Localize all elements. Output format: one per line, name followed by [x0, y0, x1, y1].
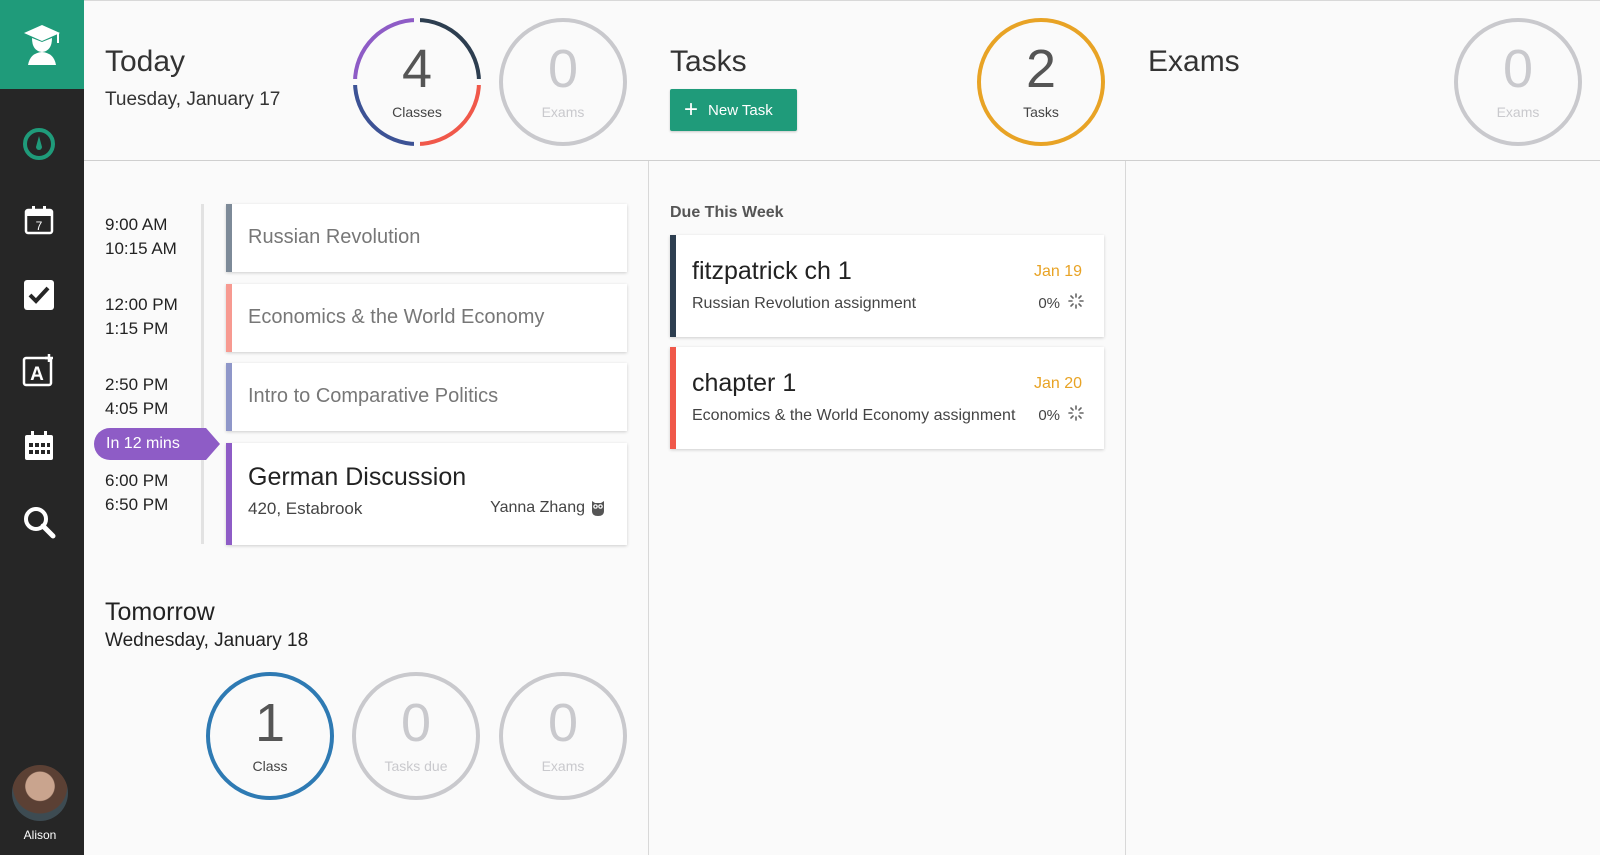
checkbox-icon[interactable] — [21, 277, 57, 313]
tomorrow-class-count: 1 — [254, 693, 286, 753]
tomorrow-tasks-count: 0 — [400, 693, 432, 753]
new-task-label: New Task — [708, 101, 773, 119]
class-name: Russian Revolution — [248, 226, 421, 248]
search-icon[interactable] — [21, 504, 57, 540]
class-end-time: 4:05 PM — [105, 399, 169, 418]
class-color-bar — [226, 443, 232, 545]
calendar-date-number: 7 — [36, 219, 43, 233]
next-class-badge: In 12 mins — [94, 428, 220, 460]
tasks-count: 2 — [1025, 39, 1057, 99]
today-classes-count: 4 — [401, 39, 433, 99]
tomorrow-exams-count: 0 — [547, 693, 579, 753]
spinner-icon[interactable] — [1068, 405, 1084, 426]
dashboard-icon[interactable] — [21, 126, 57, 162]
task-course: Russian Revolution assignment — [692, 295, 917, 312]
next-class-badge-text: In 12 mins — [94, 428, 206, 460]
tomorrow-date: Wednesday, January 18 — [105, 630, 309, 651]
tasks-title: Tasks — [670, 45, 747, 78]
task-card-fitzpatrick[interactable]: fitzpatrick ch 1 Jan 19 Russian Revoluti… — [670, 235, 1104, 337]
owl-icon — [591, 499, 605, 522]
tomorrow-tasks-label: Tasks due — [384, 758, 448, 774]
class-start-time: 2:50 PM — [105, 375, 169, 394]
tomorrow-class-ring[interactable]: 1 Class — [204, 670, 336, 802]
task-color-bar — [670, 235, 676, 337]
class-time: 2:50 PM 4:05 PM — [105, 373, 168, 421]
badge-arrow — [206, 428, 220, 460]
class-start-time: 12:00 PM — [105, 295, 178, 314]
tomorrow-title: Tomorrow — [105, 598, 215, 626]
tasks-count-ring[interactable]: 2 Tasks — [975, 16, 1107, 148]
exams-count: 0 — [1502, 39, 1534, 99]
today-title: Today — [105, 45, 186, 78]
class-time: 9:00 AM 10:15 AM — [105, 213, 177, 261]
class-card-comparative-politics[interactable]: Intro to Comparative Politics — [226, 363, 627, 431]
exams-count-label: Exams — [1496, 104, 1540, 120]
task-due-date: Jan 19 — [1033, 263, 1082, 280]
tomorrow-class-label: Class — [252, 758, 288, 774]
task-color-bar — [670, 347, 676, 449]
today-exams-count: 0 — [547, 39, 579, 99]
class-professor: Yanna Zhang — [490, 499, 585, 516]
class-time: 12:00 PM 1:15 PM — [105, 293, 178, 341]
plus-icon: + — [684, 96, 699, 123]
class-color-bar — [226, 363, 232, 431]
tomorrow-exams-label: Exams — [541, 758, 585, 774]
spinner-icon[interactable] — [1068, 293, 1084, 314]
class-time: 6:00 PM 6:50 PM — [105, 469, 168, 517]
new-task-button[interactable]: + New Task — [670, 89, 797, 131]
task-due-date: Jan 20 — [1033, 375, 1082, 392]
sidebar: 7 A Alison — [0, 0, 84, 855]
class-start-time: 9:00 AM — [105, 215, 168, 234]
today-exams-ring[interactable]: 0 Exams — [497, 16, 629, 148]
class-name: Economics & the World Economy — [248, 306, 545, 328]
due-this-week-heading: Due This Week — [670, 204, 784, 221]
class-end-time: 10:15 AM — [105, 239, 177, 258]
today-exams-label: Exams — [541, 104, 585, 120]
task-course: Economics & the World Economy assignment — [692, 407, 1016, 424]
task-progress: 0% — [1032, 295, 1060, 312]
today-classes-ring[interactable]: 4 Classes — [351, 16, 483, 148]
tasks-count-label: Tasks — [1023, 104, 1059, 120]
class-color-bar — [226, 204, 232, 272]
today-date: Tuesday, January 17 — [105, 89, 281, 110]
class-end-time: 1:15 PM — [105, 319, 169, 338]
task-title: fitzpatrick ch 1 — [692, 257, 852, 285]
tomorrow-exams-ring[interactable]: 0 Exams — [497, 670, 629, 802]
class-card-russian-revolution[interactable]: Russian Revolution — [226, 204, 627, 272]
column-divider — [648, 161, 649, 855]
exams-title: Exams — [1148, 45, 1240, 78]
class-color-bar — [226, 284, 232, 352]
user-avatar[interactable] — [12, 765, 68, 821]
class-card-german-discussion[interactable]: German Discussion 420, Estabrook Yanna Z… — [226, 443, 627, 545]
class-start-time: 6:00 PM — [105, 471, 169, 490]
user-name: Alison — [23, 828, 57, 842]
svg-text:A: A — [30, 364, 44, 385]
today-classes-label: Classes — [392, 104, 442, 120]
calendar-day-icon[interactable]: 7 — [21, 202, 57, 238]
class-end-time: 6:50 PM — [105, 495, 169, 514]
class-card-economics[interactable]: Economics & the World Economy — [226, 284, 627, 352]
class-name: German Discussion — [248, 463, 467, 491]
graduate-logo-icon[interactable] — [0, 0, 84, 89]
class-name: Intro to Comparative Politics — [248, 385, 499, 407]
tomorrow-tasks-ring[interactable]: 0 Tasks due — [350, 670, 482, 802]
timeline-line — [201, 204, 204, 544]
class-location: 420, Estabrook — [248, 499, 363, 518]
exams-count-ring[interactable]: 0 Exams — [1452, 16, 1584, 148]
calendar-month-icon[interactable] — [21, 428, 57, 464]
add-exam-icon[interactable]: A — [21, 352, 57, 388]
task-progress: 0% — [1032, 407, 1060, 424]
header: Today Tuesday, January 17 4 Classes 0 Ex… — [84, 0, 1600, 161]
column-divider — [1125, 161, 1126, 855]
task-title: chapter 1 — [692, 369, 797, 397]
task-card-chapter-1[interactable]: chapter 1 Jan 20 Economics & the World E… — [670, 347, 1104, 449]
